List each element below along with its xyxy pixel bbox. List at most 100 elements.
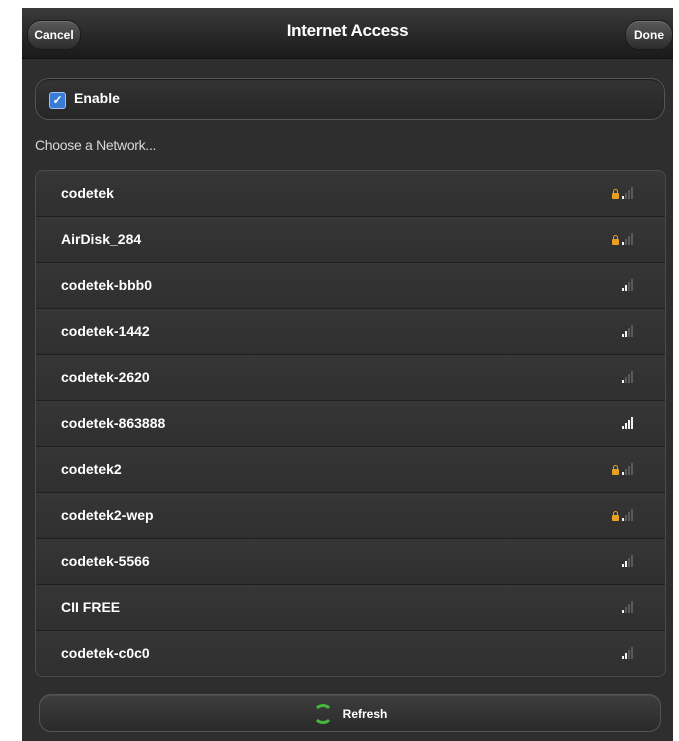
network-row[interactable]: codetek2	[36, 447, 665, 493]
network-name: codetek-5566	[61, 553, 150, 569]
signal-bar	[622, 242, 624, 245]
signal-bar	[631, 187, 633, 199]
network-status-icons	[622, 415, 633, 429]
network-status-icons	[612, 185, 633, 199]
network-status-icons	[622, 369, 633, 383]
network-row[interactable]: codetek-c0c0	[36, 631, 665, 676]
network-row[interactable]: codetek-1442	[36, 309, 665, 355]
wifi-signal-icon	[622, 601, 633, 613]
network-name: codetek-2620	[61, 369, 150, 385]
signal-bar	[625, 423, 627, 429]
network-name: codetek-c0c0	[61, 645, 150, 661]
refresh-label: Refresh	[342, 707, 388, 721]
signal-bar	[628, 420, 630, 429]
network-row[interactable]: AirDisk_284	[36, 217, 665, 263]
network-name: AirDisk_284	[61, 231, 142, 247]
network-name: codetek2-wep	[61, 507, 154, 523]
lock-icon	[612, 189, 619, 199]
signal-bar	[625, 285, 627, 291]
signal-bar	[631, 647, 633, 659]
header-bar: Cancel Internet Access Done	[22, 8, 673, 59]
network-row[interactable]: codetek2-wep	[36, 493, 665, 539]
signal-bar	[628, 558, 630, 567]
page-title: Internet Access	[286, 21, 409, 40]
signal-bar	[622, 564, 624, 567]
signal-bar	[625, 377, 627, 383]
signal-bar	[628, 650, 630, 659]
network-row[interactable]: codetek-863888	[36, 401, 665, 447]
signal-bar	[628, 190, 630, 199]
network-row[interactable]: CII FREE	[36, 585, 665, 631]
signal-bar	[625, 239, 627, 245]
network-name: codetek2	[61, 461, 122, 477]
signal-bar	[631, 279, 633, 291]
network-status-icons	[622, 277, 633, 291]
wifi-signal-icon	[622, 417, 633, 429]
signal-bar	[625, 607, 627, 613]
signal-bar	[628, 512, 630, 521]
checkmark-icon: ✓	[52, 93, 63, 107]
signal-bar	[628, 282, 630, 291]
enable-label: Enable	[74, 90, 120, 106]
signal-bar	[631, 555, 633, 567]
network-status-icons	[612, 507, 633, 521]
signal-bar	[622, 288, 624, 291]
network-list: codetek AirDisk_284 codetek-bbb0 codetek-14…	[35, 170, 666, 677]
wifi-signal-icon	[622, 371, 633, 383]
signal-bar	[622, 334, 624, 337]
network-name: codetek	[61, 185, 114, 201]
wifi-signal-icon	[622, 325, 633, 337]
signal-bar	[622, 518, 624, 521]
signal-bar	[622, 472, 624, 475]
network-name: codetek-863888	[61, 415, 166, 431]
signal-bar	[622, 196, 624, 199]
wifi-signal-icon	[622, 233, 633, 245]
signal-bar	[622, 380, 624, 383]
signal-bar	[628, 466, 630, 475]
signal-bar	[628, 328, 630, 337]
signal-bar	[622, 610, 624, 613]
refresh-icon	[312, 704, 333, 724]
network-status-icons	[622, 645, 633, 659]
signal-bar	[625, 653, 627, 659]
signal-bar	[628, 236, 630, 245]
refresh-button[interactable]: Refresh	[39, 694, 661, 732]
lock-icon	[612, 235, 619, 245]
wifi-signal-icon	[622, 509, 633, 521]
lock-icon	[612, 511, 619, 521]
network-name: codetek-bbb0	[61, 277, 153, 293]
signal-bar	[625, 331, 627, 337]
signal-bar	[631, 463, 633, 475]
network-status-icons	[622, 323, 633, 337]
signal-bar	[631, 371, 633, 383]
network-status-icons	[622, 599, 633, 613]
network-status-icons	[612, 231, 633, 245]
enable-checkbox[interactable]: ✓	[49, 92, 66, 109]
signal-bar	[622, 656, 624, 659]
network-status-icons	[612, 461, 633, 475]
wifi-signal-icon	[622, 647, 633, 659]
signal-bar	[631, 233, 633, 245]
done-button[interactable]: Done	[625, 20, 673, 50]
lock-icon	[612, 465, 619, 475]
wifi-signal-icon	[622, 187, 633, 199]
signal-bar	[631, 509, 633, 521]
signal-bar	[625, 469, 627, 475]
signal-bar	[622, 426, 624, 429]
signal-bar	[631, 417, 633, 429]
wifi-signal-icon	[622, 555, 633, 567]
signal-bar	[628, 604, 630, 613]
choose-network-label: Choose a Network...	[35, 137, 157, 153]
network-status-icons	[622, 553, 633, 567]
network-name: codetek-1442	[61, 323, 150, 339]
signal-bar	[625, 515, 627, 521]
network-row[interactable]: codetek-5566	[36, 539, 665, 585]
enable-toggle-row[interactable]: ✓ Enable	[35, 78, 665, 120]
network-row[interactable]: codetek-2620	[36, 355, 665, 401]
network-row[interactable]: codetek	[36, 171, 665, 217]
signal-bar	[628, 374, 630, 383]
signal-bar	[631, 601, 633, 613]
network-name: CII FREE	[61, 599, 121, 615]
network-row[interactable]: codetek-bbb0	[36, 263, 665, 309]
wifi-signal-icon	[622, 463, 633, 475]
